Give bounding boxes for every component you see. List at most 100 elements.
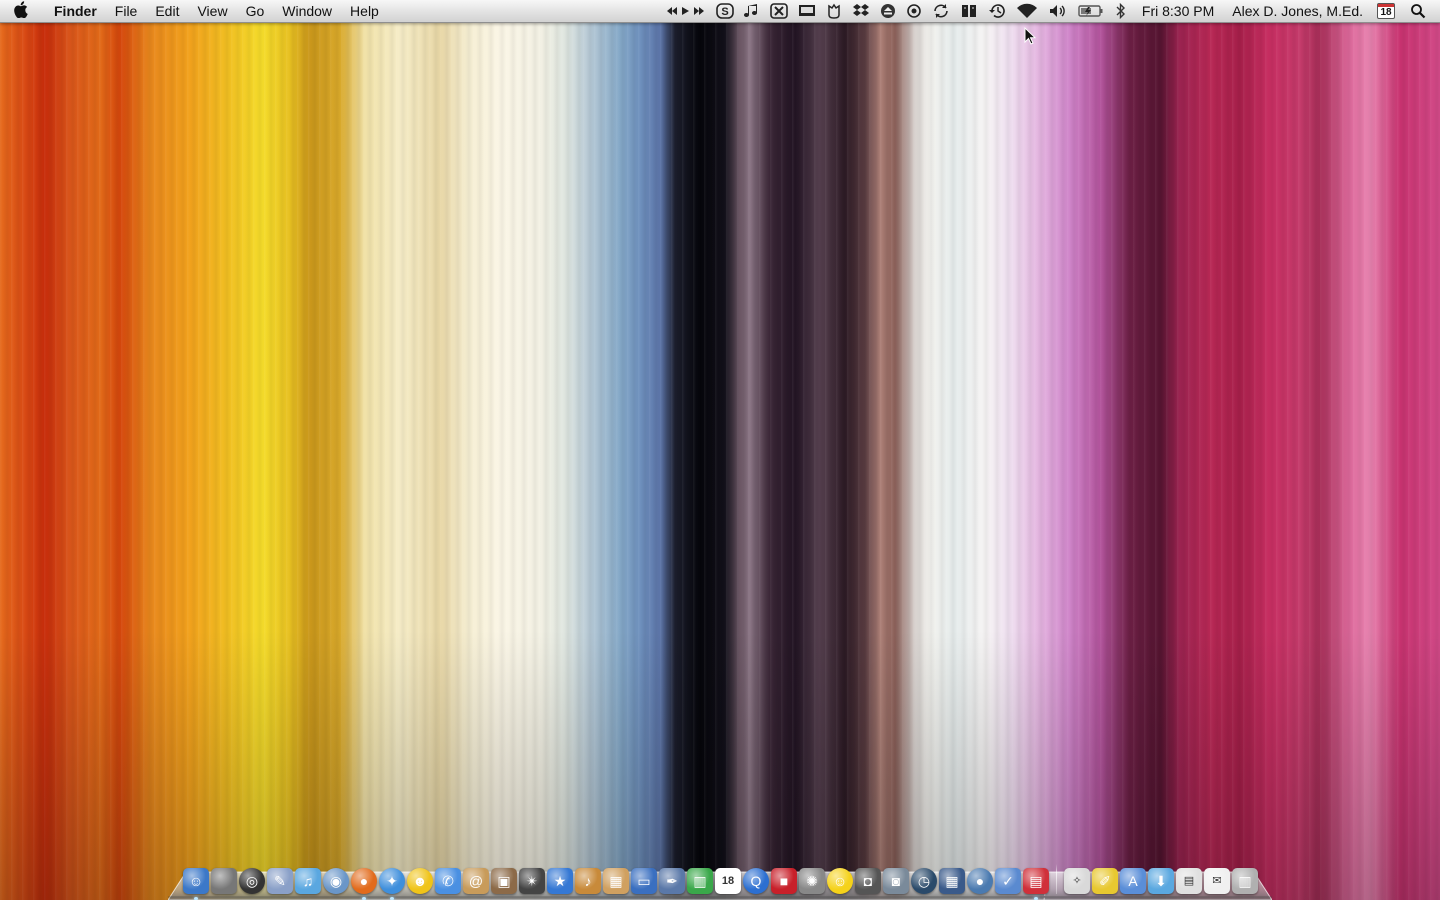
network-globe-icon[interactable]: ◉ xyxy=(323,868,349,894)
menu-help[interactable]: Help xyxy=(341,0,388,22)
lightbulb-glyph: ✧ xyxy=(1072,874,1082,887)
yellow-smiley-glyph: ☺ xyxy=(832,873,848,889)
time-machine-icon[interactable] xyxy=(983,0,1011,22)
dropbox-icon[interactable] xyxy=(847,0,875,22)
safari-glyph: ✦ xyxy=(386,873,398,889)
apple-menu[interactable] xyxy=(0,0,40,22)
fast-user-switching-menu[interactable]: Alex D. Jones, M.Ed. xyxy=(1223,0,1372,22)
keynote-icon[interactable]: ▭ xyxy=(631,868,657,894)
time-machine-dock-icon[interactable]: ◷ xyxy=(911,868,937,894)
red-folder-icon[interactable]: ■ xyxy=(771,868,797,894)
x-app-icon[interactable] xyxy=(765,0,793,22)
spotlight-search[interactable] xyxy=(1400,0,1440,22)
aperture-icon[interactable]: ✴ xyxy=(519,868,545,894)
eject-icon[interactable] xyxy=(875,0,901,22)
textedit-glyph: ✎ xyxy=(274,873,286,889)
downloads-folder-glyph: ⬇ xyxy=(1155,873,1167,889)
dashboard-glyph: ◎ xyxy=(245,873,259,889)
textedit-icon[interactable]: ✎ xyxy=(267,868,293,894)
ical-icon[interactable]: 18 xyxy=(715,868,741,894)
menu-bar: Finder File Edit View Go Window Help S F… xyxy=(0,0,1440,23)
preview-glyph: ▦ xyxy=(609,873,623,889)
image-capture-glyph: ◙ xyxy=(891,873,901,889)
garageband-icon[interactable]: ♪ xyxy=(575,868,601,894)
skype-icon[interactable]: S xyxy=(711,0,739,22)
finder-glyph: ☺ xyxy=(188,873,204,889)
display-icon[interactable] xyxy=(793,0,821,22)
iphoto-glyph: ▣ xyxy=(497,873,511,889)
volume-icon[interactable] xyxy=(1043,0,1073,22)
menu-edit[interactable]: Edit xyxy=(146,0,188,22)
itunes-icon[interactable]: ♫ xyxy=(295,868,321,894)
sync-circle-icon[interactable] xyxy=(901,0,927,22)
bluetooth-icon[interactable] xyxy=(1109,0,1133,22)
garageband-glyph: ♪ xyxy=(584,873,592,889)
spaces-icon[interactable]: ▦ xyxy=(939,868,965,894)
time-machine-dock-glyph: ◷ xyxy=(917,873,931,889)
trash-glyph: ▥ xyxy=(1238,873,1252,889)
menu-app-finder[interactable]: Finder xyxy=(40,0,106,22)
image-capture-icon[interactable]: ◙ xyxy=(883,868,909,894)
firefox-icon[interactable]: ● xyxy=(351,868,377,900)
menu-clock[interactable]: Fri 8:30 PM xyxy=(1133,0,1223,22)
camera-glyph: ◘ xyxy=(863,873,873,889)
firefox-glyph: ● xyxy=(359,873,369,889)
itunes-note-icon[interactable] xyxy=(739,0,765,22)
notes-folder-glyph: ✐ xyxy=(1099,873,1111,889)
safari-icon[interactable]: ✦ xyxy=(379,868,405,900)
smiley-messenger-icon[interactable]: ☻ xyxy=(407,868,433,894)
quicktime-icon[interactable]: Q xyxy=(743,868,769,894)
desktop-wallpaper xyxy=(0,0,1440,900)
applications-folder-glyph: A xyxy=(1128,873,1138,889)
calendar-menu[interactable]: 18 xyxy=(1372,0,1400,22)
iphoto-icon[interactable]: ▣ xyxy=(491,868,517,894)
numbers-icon[interactable]: ▥ xyxy=(687,868,713,894)
notes-folder-icon[interactable]: ✐ xyxy=(1092,868,1118,894)
pages-icon[interactable]: ✒ xyxy=(659,868,685,894)
applications-folder-icon[interactable]: A xyxy=(1120,868,1146,894)
desktop[interactable]: Finder File Edit View Go Window Help S F… xyxy=(0,0,1440,900)
menu-view[interactable]: View xyxy=(188,0,236,22)
trash-icon[interactable]: ▥ xyxy=(1232,868,1258,894)
sync-arrows-icon[interactable] xyxy=(927,0,955,22)
smiley-messenger-glyph: ☻ xyxy=(412,873,428,889)
parallels-icon[interactable]: ▤ xyxy=(1023,868,1049,900)
itunes-glyph: ♫ xyxy=(302,873,314,889)
svg-text:S: S xyxy=(721,6,728,18)
ichat-icon[interactable]: ✆ xyxy=(435,868,461,894)
pages-glyph: ✒ xyxy=(666,873,678,889)
media-controls-icon[interactable] xyxy=(661,0,711,22)
preview-icon[interactable]: ▦ xyxy=(603,868,629,894)
wifi-icon[interactable] xyxy=(1011,0,1043,22)
battery-icon[interactable] xyxy=(1073,0,1109,22)
imovie-icon[interactable]: ★ xyxy=(547,868,573,894)
lightbulb-icon[interactable]: ✧ xyxy=(1064,868,1090,894)
dictionary-glyph: ✓ xyxy=(1002,873,1014,889)
mail-stack-glyph: ✉ xyxy=(1212,874,1222,887)
numbers-glyph: ▥ xyxy=(693,873,707,889)
growl-icon[interactable] xyxy=(821,0,847,22)
camera-icon[interactable]: ◘ xyxy=(855,868,881,894)
quicktime-glyph: Q xyxy=(750,873,762,889)
network-globe-glyph: ◉ xyxy=(329,873,343,889)
mail-stack-icon[interactable]: ✉ xyxy=(1204,868,1230,894)
system-preferences-icon[interactable] xyxy=(211,868,237,894)
network-utility-glyph: ● xyxy=(975,873,985,889)
mouse-cursor-icon xyxy=(1024,26,1037,50)
network-utility-icon[interactable]: ● xyxy=(967,868,993,894)
menu-window[interactable]: Window xyxy=(273,0,341,22)
address-book-icon[interactable]: @ xyxy=(463,868,489,894)
menu-file[interactable]: File xyxy=(106,0,147,22)
book-icon[interactable] xyxy=(955,0,983,22)
yellow-smiley-icon[interactable]: ☺ xyxy=(827,868,853,894)
dock-separator[interactable] xyxy=(1056,864,1057,894)
dictionary-icon[interactable]: ✓ xyxy=(995,868,1021,894)
downloads-folder-icon[interactable]: ⬇ xyxy=(1148,868,1174,894)
menu-go[interactable]: Go xyxy=(237,0,274,22)
dashboard-icon[interactable]: ◎ xyxy=(239,868,265,894)
red-folder-glyph: ■ xyxy=(779,873,789,889)
finder-icon[interactable]: ☺ xyxy=(183,868,209,900)
photo-booth-icon[interactable]: ✺ xyxy=(799,868,825,894)
photo-booth-glyph: ✺ xyxy=(806,873,818,889)
documents-stack-icon[interactable]: ▤ xyxy=(1176,868,1202,894)
